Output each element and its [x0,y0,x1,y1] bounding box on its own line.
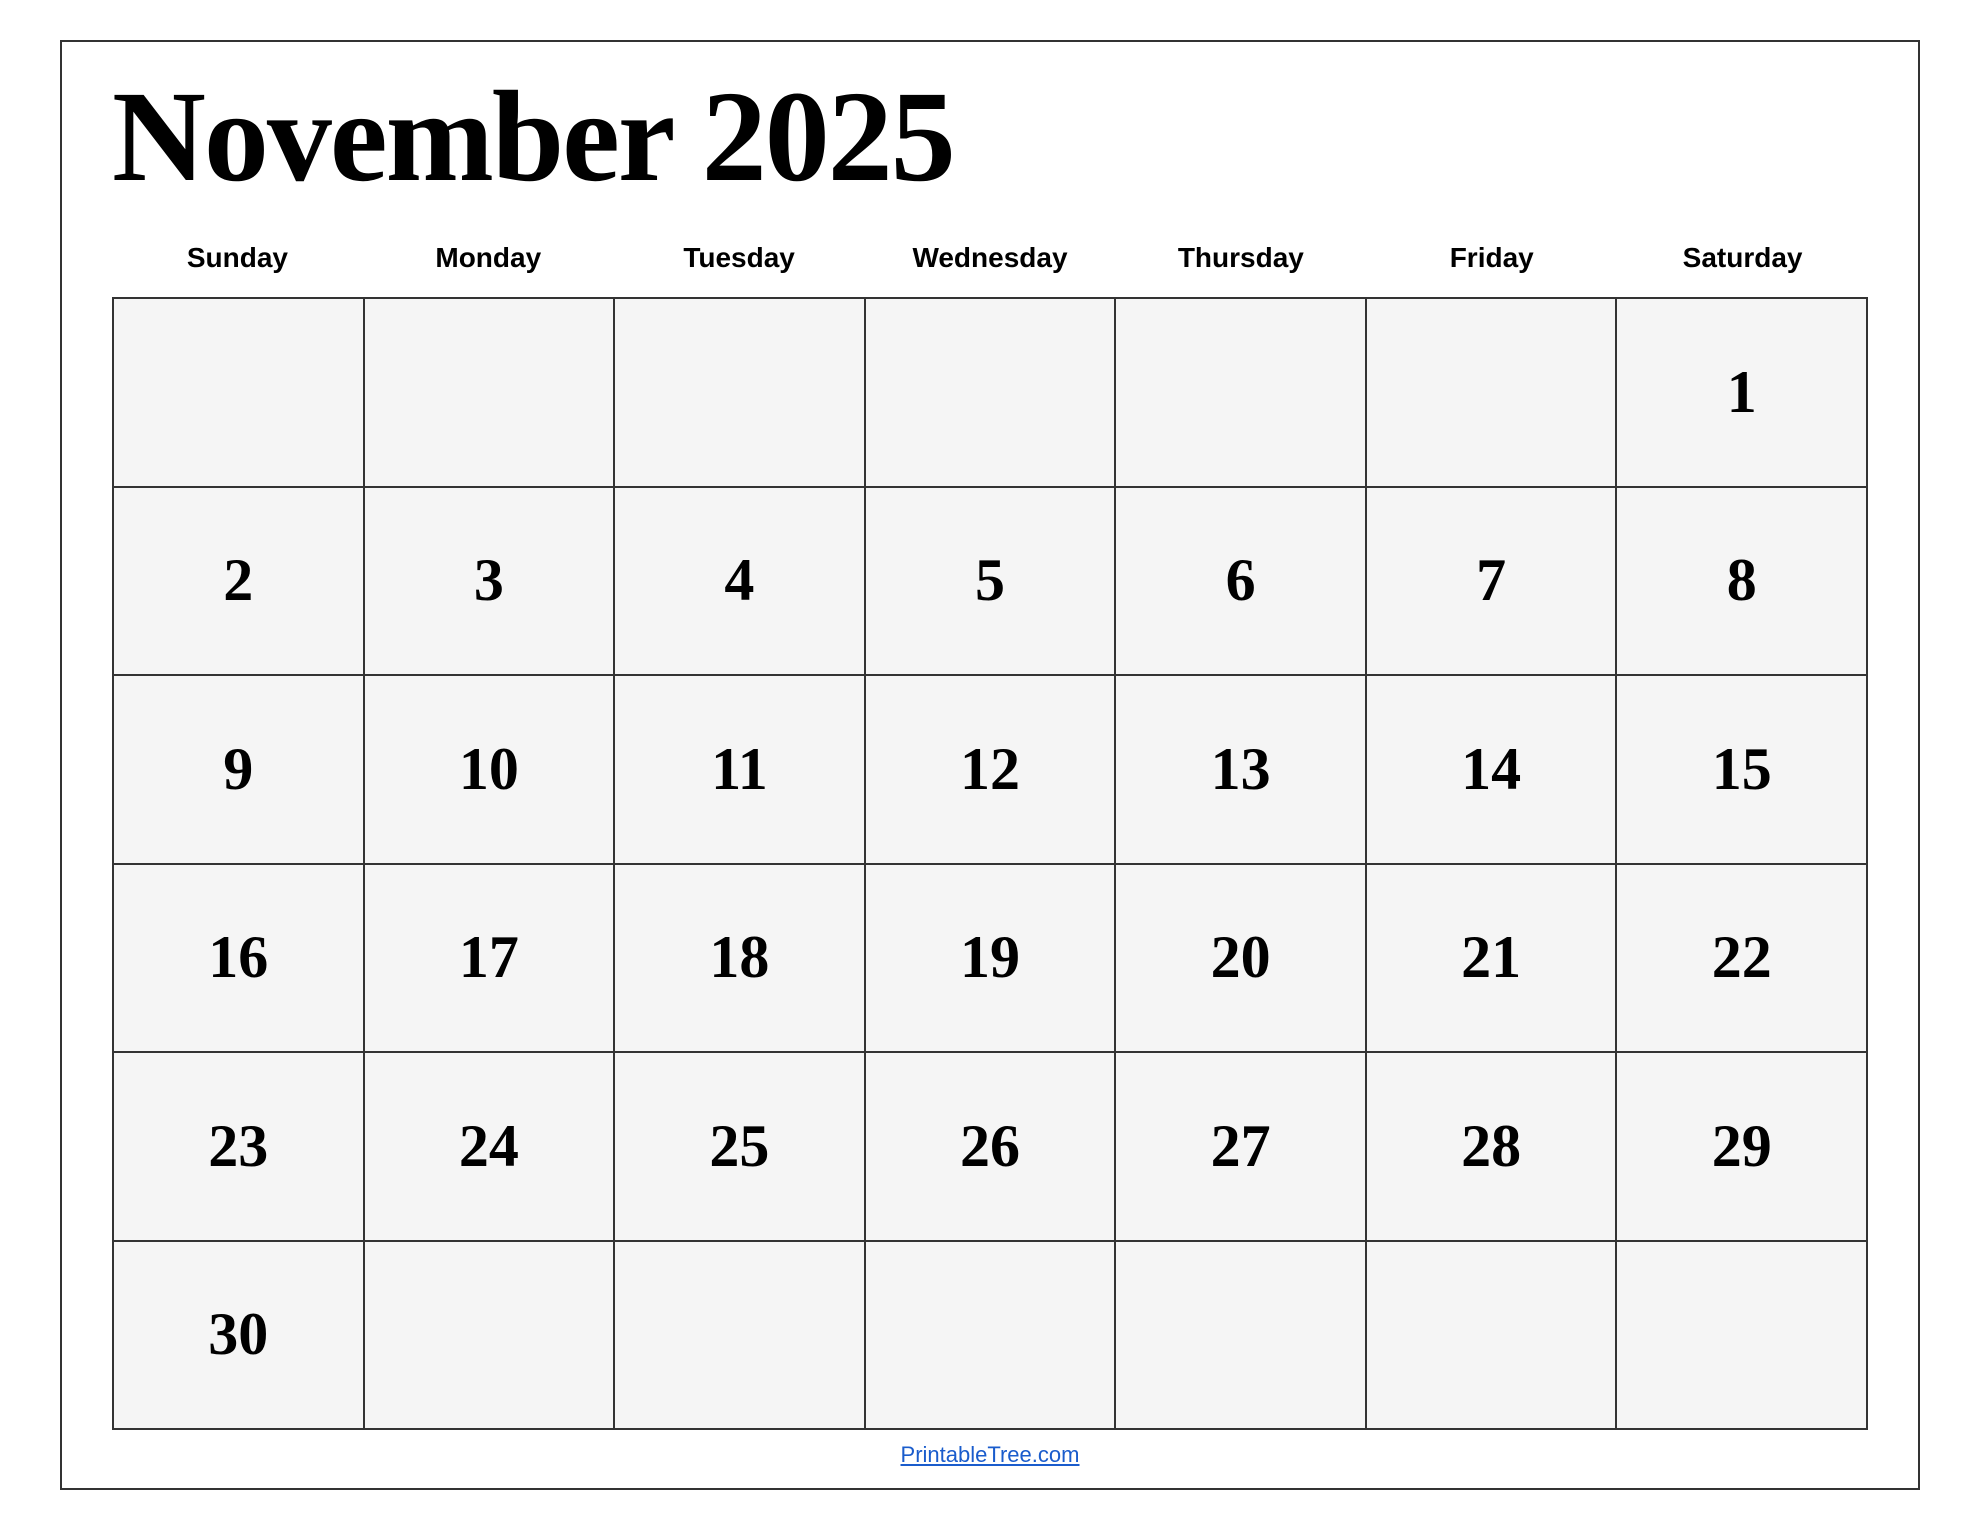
day-cell-21: 21 [1367,865,1618,1054]
day-cell-9: 9 [114,676,365,865]
day-cell [1116,299,1367,488]
day-cell-6: 6 [1116,488,1367,677]
day-cell [365,299,616,488]
week-row-4: 16 17 18 19 20 21 22 [114,865,1868,1054]
header-saturday: Saturday [1617,232,1868,289]
day-cell-18: 18 [615,865,866,1054]
day-cell-17: 17 [365,865,616,1054]
calendar-title: November 2025 [112,72,1868,202]
day-cell-22: 22 [1617,865,1868,1054]
day-cell-27: 27 [1116,1053,1367,1242]
day-cell [1367,1242,1618,1431]
footer-link[interactable]: PrintableTree.com [112,1430,1868,1468]
header-thursday: Thursday [1115,232,1366,289]
week-row-5: 23 24 25 26 27 28 29 [114,1053,1868,1242]
day-cell [1116,1242,1367,1431]
header-monday: Monday [363,232,614,289]
day-cell-14: 14 [1367,676,1618,865]
day-cell-2: 2 [114,488,365,677]
week-row-1: 1 [114,299,1868,488]
day-cell-10: 10 [365,676,616,865]
day-cell-15: 15 [1617,676,1868,865]
day-cell-11: 11 [615,676,866,865]
day-cell-29: 29 [1617,1053,1868,1242]
day-cell [1367,299,1618,488]
day-cell [114,299,365,488]
week-row-2: 2 3 4 5 6 7 8 [114,488,1868,677]
day-cell [615,1242,866,1431]
header-wednesday: Wednesday [865,232,1116,289]
header-friday: Friday [1366,232,1617,289]
day-cell-24: 24 [365,1053,616,1242]
day-cell-12: 12 [866,676,1117,865]
day-cell-16: 16 [114,865,365,1054]
week-row-6: 30 [114,1242,1868,1431]
day-cell-30: 30 [114,1242,365,1431]
day-cell [866,1242,1117,1431]
day-cell-7: 7 [1367,488,1618,677]
day-cell-28: 28 [1367,1053,1618,1242]
week-row-3: 9 10 11 12 13 14 15 [114,676,1868,865]
header-sunday: Sunday [112,232,363,289]
day-headers: Sunday Monday Tuesday Wednesday Thursday… [112,232,1868,289]
day-cell [1617,1242,1868,1431]
day-cell [615,299,866,488]
day-cell [866,299,1117,488]
day-cell-4: 4 [615,488,866,677]
day-cell-1: 1 [1617,299,1868,488]
day-cell-26: 26 [866,1053,1117,1242]
day-cell-8: 8 [1617,488,1868,677]
day-cell-25: 25 [615,1053,866,1242]
calendar-weeks: 1 2 3 4 5 6 7 8 9 10 11 12 13 14 15 16 1… [112,297,1868,1430]
calendar-container: November 2025 Sunday Monday Tuesday Wedn… [60,40,1920,1490]
day-cell-23: 23 [114,1053,365,1242]
footer-link-text[interactable]: PrintableTree.com [901,1442,1080,1467]
day-cell-19: 19 [866,865,1117,1054]
day-cell-20: 20 [1116,865,1367,1054]
day-cell [365,1242,616,1431]
header-tuesday: Tuesday [614,232,865,289]
day-cell-13: 13 [1116,676,1367,865]
day-cell-3: 3 [365,488,616,677]
day-cell-5: 5 [866,488,1117,677]
